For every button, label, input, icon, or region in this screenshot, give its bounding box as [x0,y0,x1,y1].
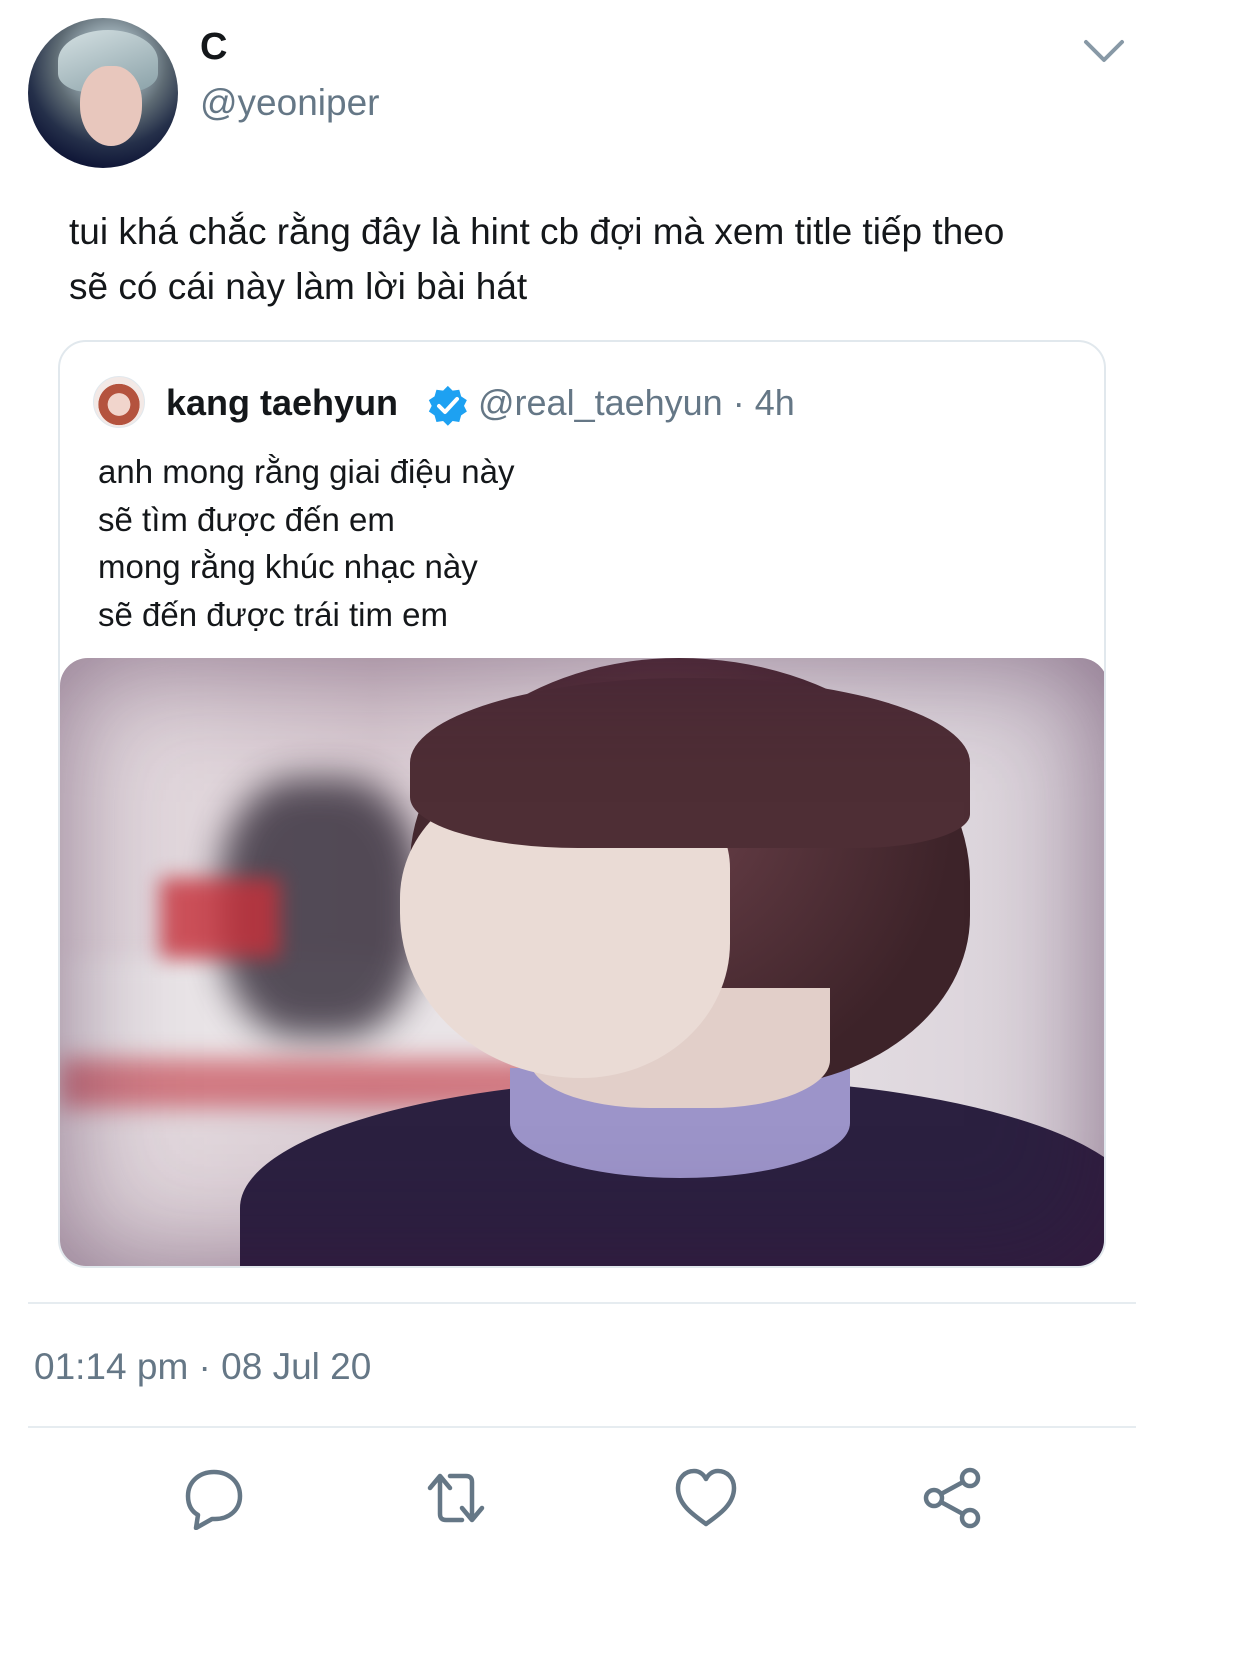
tweet-text-line: tui khá chắc rằng đây là hint cb đợi mà … [69,211,1005,252]
quoted-photo[interactable] [60,658,1104,1266]
reply-icon[interactable] [182,1466,246,1530]
author-display-name[interactable]: C [200,26,227,69]
quoted-text-line: mong rằng khúc nhạc này [98,548,478,585]
quoted-tweet[interactable]: kang taehyun @real_taehyun · 4h anh mong… [58,340,1106,1268]
quoted-text-line: anh mong rằng giai điệu này [98,453,515,490]
verified-icon [428,385,467,426]
author-handle[interactable]: @yeoniper [200,82,380,124]
share-icon[interactable] [920,1466,984,1530]
retweet-icon[interactable] [424,1466,488,1530]
tweet-timestamp: 01:14 pm · 08 Jul 20 [34,1346,372,1387]
quoted-handle-time: @real_taehyun · 4h [478,382,795,423]
author-avatar[interactable] [28,18,178,168]
divider [28,1302,1136,1304]
quoted-text-line: sẽ đến được trái tim em [98,595,449,633]
tweet-text: tui khá chắc rằng đây là hint cb đợi mà … [69,204,1189,314]
quoted-avatar [93,376,145,428]
quoted-text: anh mong rằng giai điệu này sẽ tìm được … [98,448,514,638]
quoted-text-line: sẽ tìm được đến em [98,500,395,538]
like-icon[interactable] [674,1466,738,1530]
chevron-down-icon[interactable] [1082,36,1126,66]
avatar-face [80,66,142,146]
divider [28,1426,1136,1428]
quoted-display-name: kang taehyun [166,382,399,423]
photo-vignette [60,658,1104,1266]
tweet-text-line: sẽ có cái này làm lời bài hát [69,266,528,307]
